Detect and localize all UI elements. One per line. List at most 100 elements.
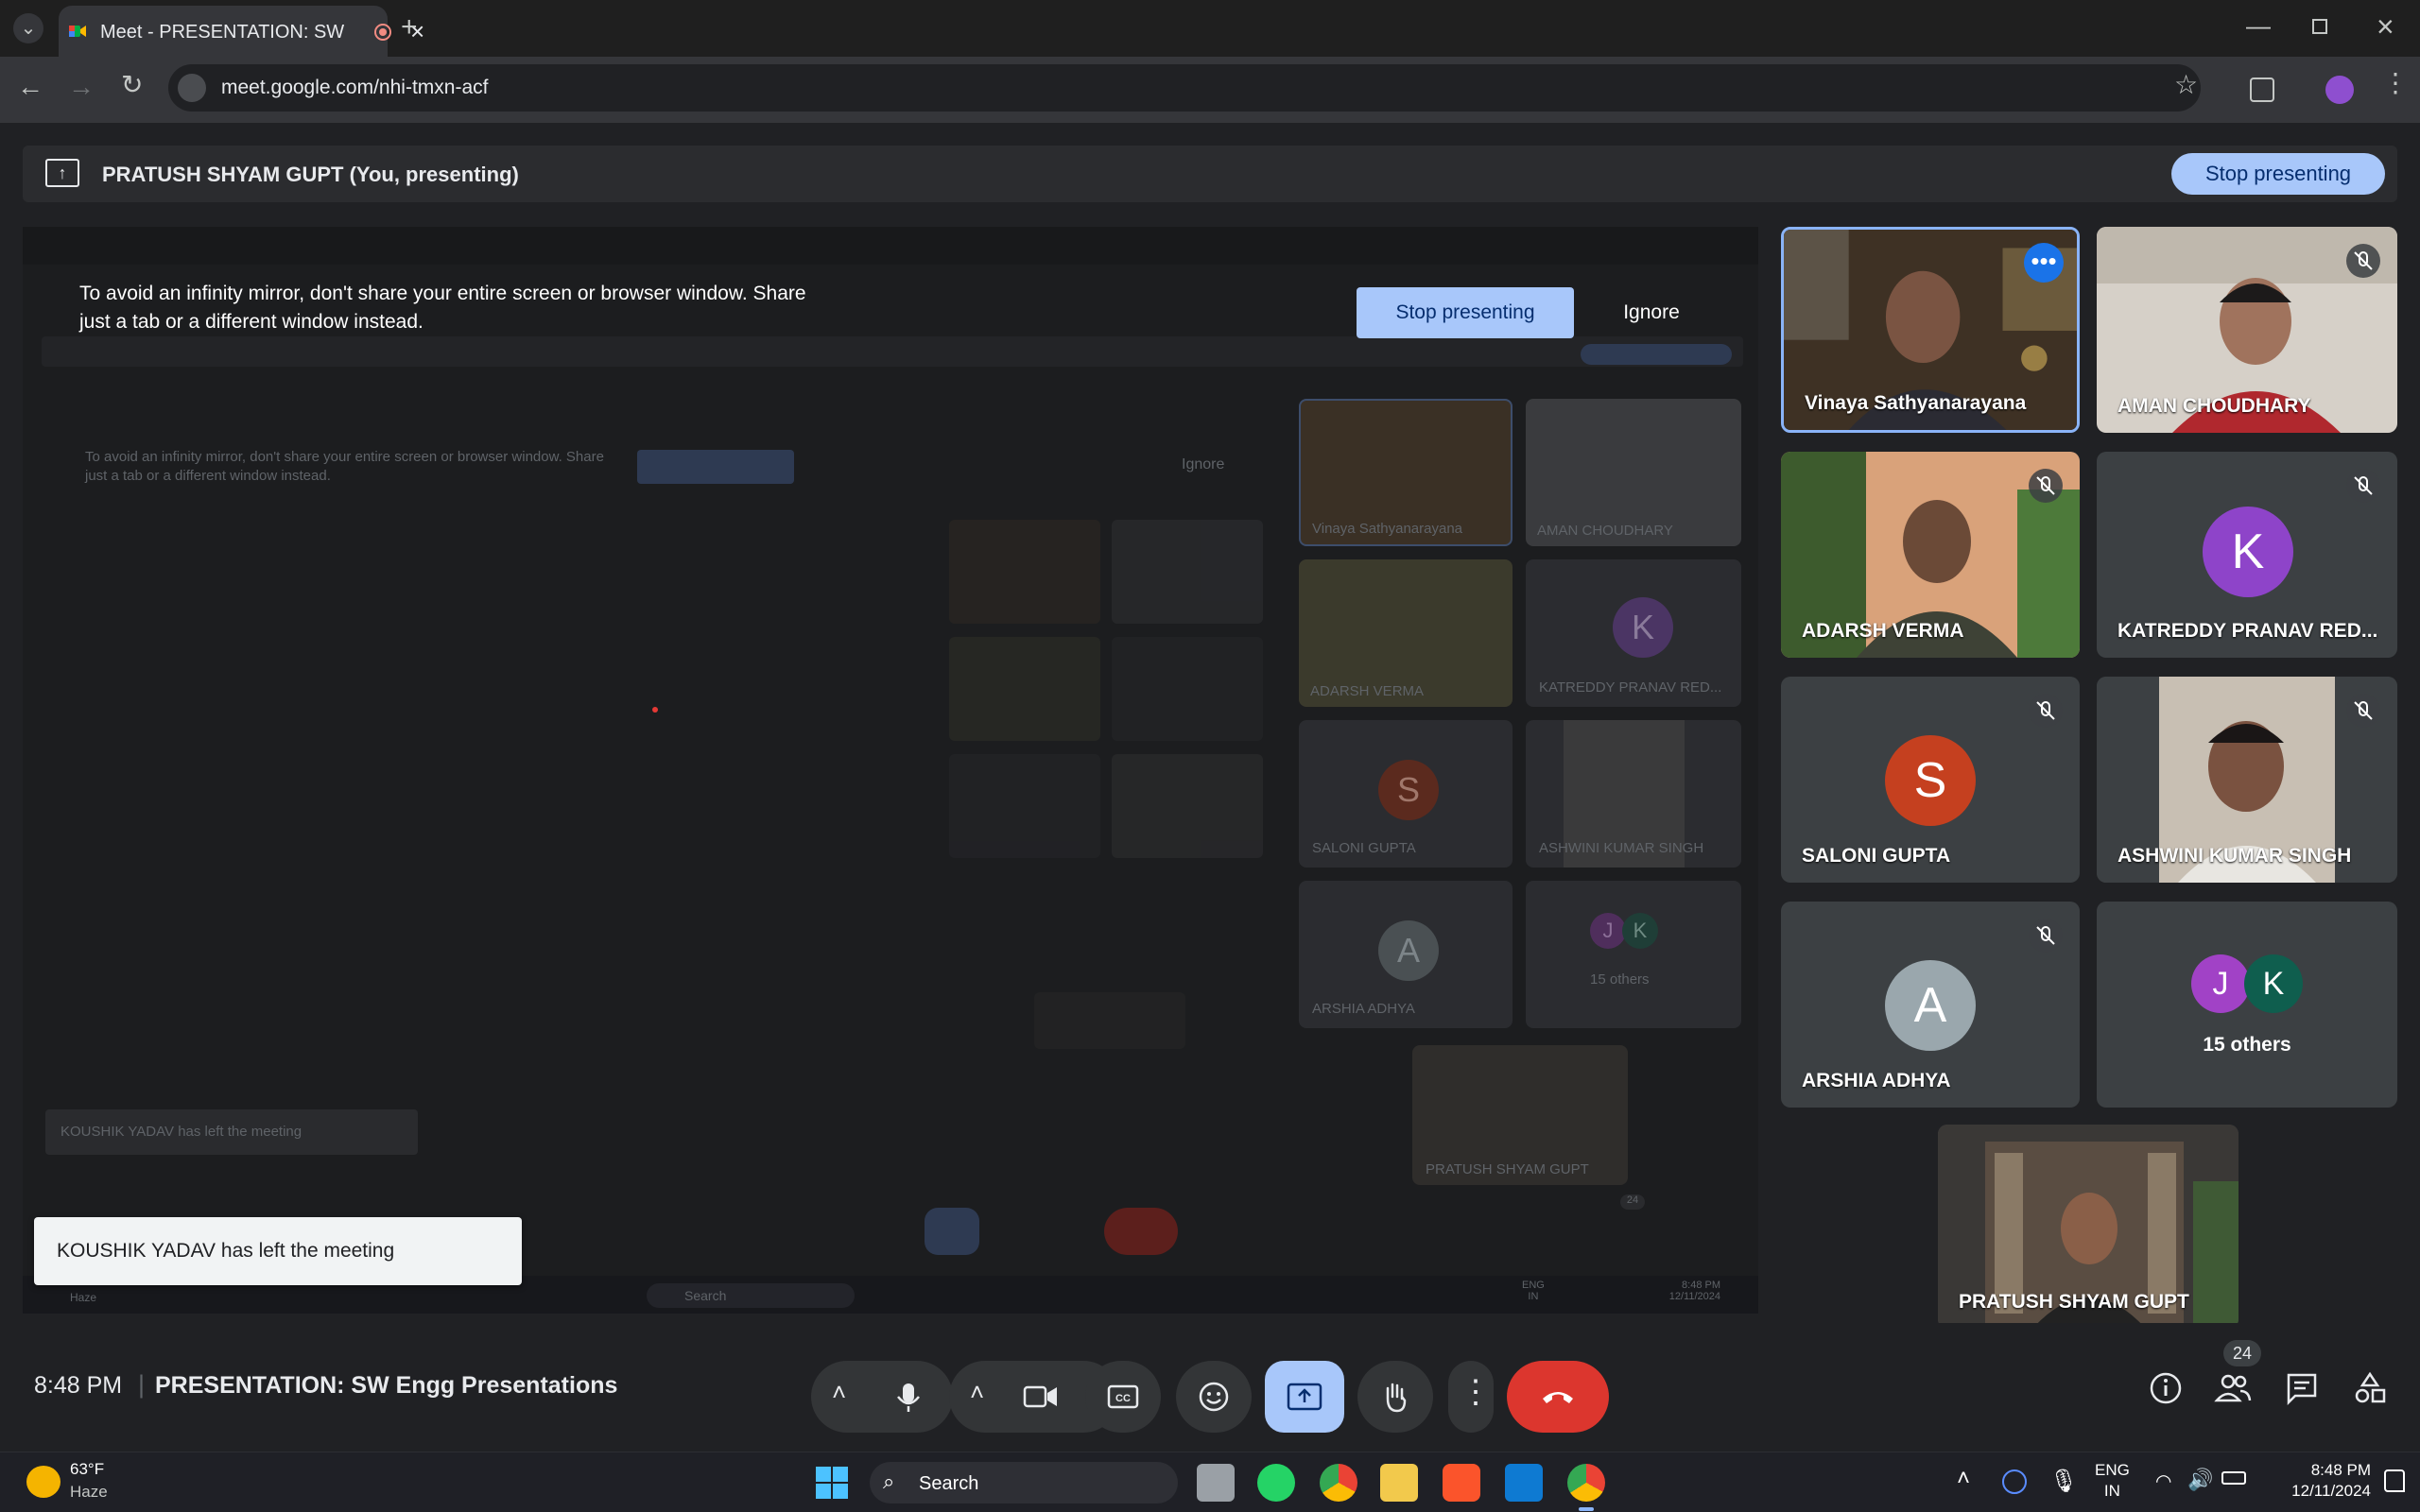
taskbar-search-box[interactable]: ⌕ Search: [870, 1462, 1178, 1503]
browser-toolbar: ← → ↻ meet.google.com/nhi-tmxn-acf ☆ ⋮: [0, 57, 2420, 123]
notifications-icon[interactable]: [2384, 1469, 2405, 1492]
participant-tile[interactable]: ASHWINI KUMAR SINGH: [2097, 677, 2397, 883]
mirror-tile: Vinaya Sathyanarayana: [1299, 399, 1512, 546]
weather-condition: Haze: [70, 1483, 108, 1501]
mirror-self-tile: PRATUSH SHYAM GUPT: [1412, 1045, 1628, 1185]
mirror-count-badge: 24: [1620, 1194, 1645, 1210]
participant-tile[interactable]: ••• Vinaya Sathyanarayana: [1781, 227, 2080, 433]
windows-start-icon[interactable]: [815, 1466, 849, 1500]
audio-options-chevron-icon[interactable]: ˄: [832, 1378, 846, 1407]
presenting-bar: ↑ PRATUSH SHYAM GUPT (You, presenting) S…: [23, 146, 2397, 202]
show-hidden-icons[interactable]: ˄: [1957, 1466, 1970, 1492]
warning-ignore-button[interactable]: Ignore: [1599, 287, 1703, 338]
self-view-tile[interactable]: PRATUSH SHYAM GUPT: [1938, 1125, 2238, 1329]
camera-icon[interactable]: [1023, 1383, 1059, 1410]
participant-count-badge: 24: [2223, 1340, 2261, 1366]
tray-mic-icon[interactable]: 🎙: [2049, 1468, 2078, 1495]
meeting-info-icon[interactable]: [2148, 1370, 2184, 1406]
hand-icon: [1386, 1383, 1407, 1413]
more-options-button[interactable]: ⋮: [1448, 1361, 1494, 1433]
audio-control-group: ˄: [811, 1361, 953, 1433]
whatsapp-icon[interactable]: [1257, 1464, 1295, 1502]
window-close-icon[interactable]: ×: [2377, 11, 2394, 42]
file-explorer-icon[interactable]: [1380, 1464, 1418, 1502]
mirror-clock: 8:48 PM 12/11/2024: [1668, 1280, 1720, 1302]
mirror-tile: K KATREDDY PRANAV RED...: [1526, 559, 1741, 707]
chrome-profile-icon[interactable]: [1567, 1464, 1605, 1502]
chat-icon[interactable]: [2284, 1370, 2320, 1406]
participant-avatar: J: [2191, 954, 2250, 1013]
muted-mic-icon: [2029, 919, 2063, 953]
task-view-icon[interactable]: [1197, 1464, 1235, 1502]
people-icon[interactable]: [2214, 1370, 2252, 1406]
mirror-tile: ADARSH VERMA: [1299, 559, 1512, 707]
participant-avatar: K: [2244, 954, 2303, 1013]
present-screen-icon: [1287, 1383, 1322, 1411]
participant-avatar: K: [2203, 507, 2293, 597]
bookmark-star-icon[interactable]: ☆: [2174, 72, 2198, 98]
meet-favicon-icon: [69, 26, 86, 37]
microphone-icon[interactable]: [894, 1382, 923, 1414]
activities-icon[interactable]: [2352, 1370, 2388, 1406]
reload-icon[interactable]: ↻: [121, 72, 143, 98]
browser-menu-icon[interactable]: ⋮: [2382, 70, 2409, 96]
chrome-icon[interactable]: [1320, 1464, 1357, 1502]
tab-search-chevron-icon[interactable]: ⌄: [13, 13, 43, 43]
mirror-tile: A ARSHIA ADHYA: [1299, 881, 1512, 1028]
meeting-title: PRESENTATION: SW Engg Presentations: [155, 1372, 618, 1399]
warning-text-line2: just a tab or a different window instead…: [79, 311, 424, 333]
emoji-icon: [1199, 1382, 1229, 1412]
mirror-nested-tiles: [949, 520, 1318, 1049]
toast-text: KOUSHIK YADAV has left the meeting: [57, 1240, 395, 1262]
volume-icon[interactable]: 🔊: [2187, 1468, 2213, 1492]
self-name: PRATUSH SHYAM GUPT: [1959, 1291, 2189, 1313]
battery-icon[interactable]: [2221, 1471, 2246, 1485]
forward-icon[interactable]: →: [68, 74, 95, 100]
reactions-button[interactable]: [1176, 1361, 1252, 1433]
raise-hand-button[interactable]: [1357, 1361, 1433, 1433]
present-screen-icon: ↑: [45, 159, 79, 187]
address-bar[interactable]: meet.google.com/nhi-tmxn-acf: [168, 64, 2201, 112]
new-tab-icon[interactable]: +: [401, 13, 418, 42]
mirror-tile: ASHWINI KUMAR SINGH: [1526, 720, 1741, 868]
participant-name: ASHWINI KUMAR SINGH: [2118, 845, 2352, 867]
present-button[interactable]: [1265, 1361, 1344, 1433]
mirror-tile: J K 15 others: [1526, 881, 1741, 1028]
tab-title: Meet - PRESENTATION: SW: [100, 22, 345, 43]
participant-tile[interactable]: ADARSH VERMA: [1781, 452, 2080, 658]
captions-icon: CC: [1107, 1384, 1139, 1409]
wifi-icon[interactable]: ◠: [2155, 1469, 2171, 1493]
clock[interactable]: 8:48 PM 12/11/2024: [2267, 1460, 2371, 1502]
browser-tab[interactable]: Meet - PRESENTATION: SW ×: [59, 6, 424, 57]
captions-button[interactable]: CC: [1085, 1361, 1161, 1433]
participant-tile[interactable]: A ARSHIA ADHYA: [1781, 902, 2080, 1108]
weather-temp: 63°F: [70, 1460, 105, 1478]
profile-avatar[interactable]: [2325, 76, 2354, 104]
extensions-icon[interactable]: [2250, 77, 2274, 102]
leave-call-button[interactable]: [1507, 1361, 1609, 1433]
participant-tile[interactable]: AMAN CHOUDHARY: [2097, 227, 2397, 433]
url-text: meet.google.com/nhi-tmxn-acf: [221, 77, 489, 98]
video-options-chevron-icon[interactable]: ˄: [970, 1378, 984, 1407]
meeting-time: 8:48 PM: [34, 1372, 123, 1399]
participant-tile[interactable]: K KATREDDY PRANAV RED...: [2097, 452, 2397, 658]
others-tile[interactable]: J K 15 others: [2097, 902, 2397, 1108]
more-options-icon[interactable]: •••: [2024, 243, 2064, 283]
tray-app-icon[interactable]: [2002, 1469, 2027, 1494]
weather-icon[interactable]: [26, 1466, 60, 1498]
restore-icon[interactable]: [2312, 19, 2327, 34]
muted-mic-icon: [2346, 694, 2380, 728]
minimize-icon[interactable]: —: [2246, 13, 2271, 38]
language-indicator[interactable]: ENG IN: [2095, 1460, 2130, 1502]
mirror-toast: KOUSHIK YADAV has left the meeting: [45, 1109, 418, 1155]
brave-icon[interactable]: [1443, 1464, 1480, 1502]
back-icon[interactable]: ←: [17, 74, 43, 100]
vscode-icon[interactable]: [1505, 1464, 1543, 1502]
warning-stop-presenting-button[interactable]: Stop presenting: [1357, 287, 1574, 338]
participant-name: KATREDDY PRANAV RED...: [2118, 620, 2378, 642]
participant-tile[interactable]: S SALONI GUPTA: [1781, 677, 2080, 883]
meeting-separator: |: [138, 1370, 146, 1399]
muted-mic-icon: [2346, 244, 2380, 278]
site-info-icon[interactable]: [178, 74, 206, 102]
stop-presenting-button[interactable]: Stop presenting: [2171, 153, 2385, 195]
